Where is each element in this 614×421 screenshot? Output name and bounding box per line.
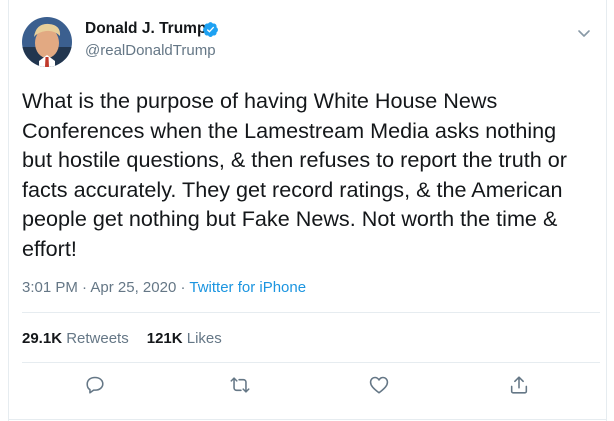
card-border-right	[606, 0, 607, 421]
retweet-icon	[230, 377, 250, 393]
tweet-date[interactable]: Apr 25, 2020	[90, 279, 176, 296]
card-border-left	[8, 0, 9, 421]
avatar[interactable]	[22, 17, 72, 67]
tweet-source-link[interactable]: Twitter for iPhone	[189, 279, 306, 296]
like-button[interactable]	[368, 374, 392, 398]
retweets-stat[interactable]: 29.1K Retweets	[22, 330, 129, 347]
tweet-timestamp-row: 3:01 PM · Apr 25, 2020 · Twitter for iPh…	[22, 279, 306, 296]
divider	[22, 312, 600, 313]
retweets-count: 29.1K	[22, 330, 63, 347]
author-handle[interactable]: @realDonaldTrump	[85, 42, 216, 59]
meta-separator: ·	[176, 279, 190, 296]
card-border-bottom	[8, 419, 607, 420]
tweet-time[interactable]: 3:01 PM	[22, 279, 78, 296]
tweet-card: Donald J. Trump @realDonaldTrump What is…	[0, 0, 614, 421]
engagement-stats: 29.1K Retweets 121K Likes	[22, 330, 222, 347]
divider	[22, 362, 600, 363]
heart-icon	[369, 376, 389, 394]
reply-icon	[86, 376, 104, 394]
share-icon	[510, 376, 528, 394]
meta-separator: ·	[77, 279, 91, 296]
tweet-text: What is the purpose of having White Hous…	[22, 88, 567, 261]
verified-badge-icon	[202, 21, 219, 38]
share-button[interactable]	[508, 374, 532, 398]
chevron-down-icon[interactable]	[577, 26, 591, 37]
author-display-name[interactable]: Donald J. Trump	[85, 20, 206, 38]
likes-stat[interactable]: 121K Likes	[147, 330, 222, 347]
retweet-button[interactable]	[229, 374, 253, 398]
retweets-label: Retweets	[62, 330, 129, 347]
reply-button[interactable]	[84, 374, 108, 398]
likes-label: Likes	[182, 330, 222, 347]
likes-count: 121K	[146, 330, 183, 347]
